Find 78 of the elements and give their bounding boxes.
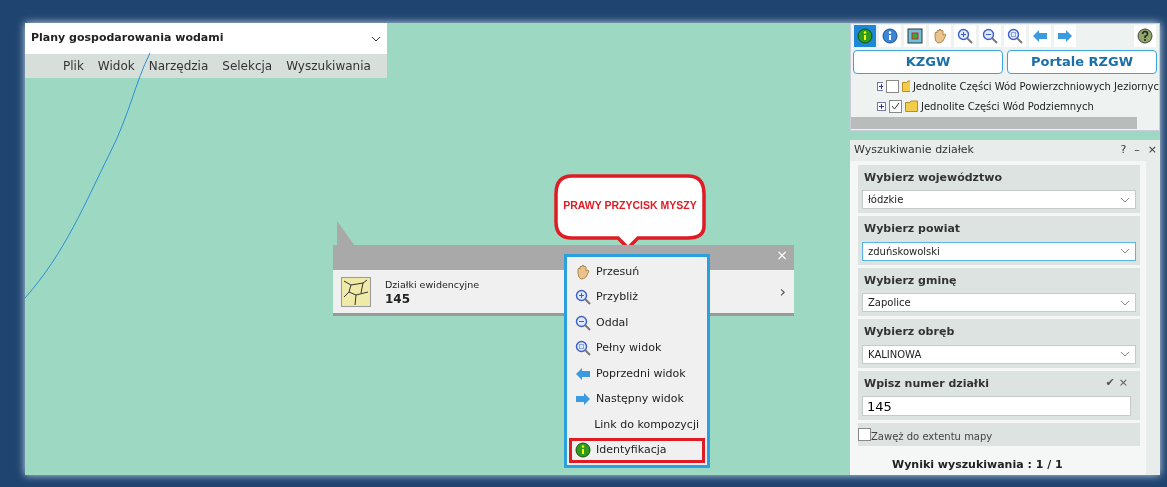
chevron-down-icon (1120, 248, 1130, 254)
number-input[interactable]: 145 (862, 396, 1131, 416)
map-extent-icon (907, 28, 923, 44)
zoom-in-icon (575, 289, 591, 306)
layer-name: Działki ewidencyjne (385, 278, 480, 293)
arrow-right-icon (575, 391, 591, 408)
help-icon (1137, 28, 1153, 44)
zoom-extent-icon (1007, 28, 1023, 44)
field-label: Wybierz obręb (864, 324, 956, 340)
select-field[interactable]: Zapolice (862, 293, 1136, 312)
layer-checkbox[interactable] (889, 99, 902, 113)
callout-text: PRAWY PRZYCISK MYSZY (562, 198, 698, 213)
menu-item[interactable]: Identyfikacja (569, 437, 705, 463)
chevron-down-icon (371, 35, 381, 42)
expand-icon[interactable] (877, 81, 883, 91)
parcel-number: 145 (385, 292, 412, 305)
select-value: Zapolice (868, 296, 911, 310)
zoom-extent-icon (575, 340, 591, 357)
folder-icon (901, 80, 910, 92)
expand-icon[interactable] (877, 101, 886, 111)
select-field[interactable]: KALINOWA (862, 344, 1136, 364)
toolbar-button[interactable] (854, 25, 876, 47)
info-icon (882, 28, 898, 44)
select-field[interactable]: zduńskowolski (862, 241, 1136, 261)
arrow-right-icon (1057, 28, 1073, 44)
help-button[interactable]: ? (1120, 142, 1127, 159)
zoom-out-icon (982, 28, 998, 44)
hand-icon (932, 28, 948, 44)
layer-label: Jednolite Części Wód Podziemnych (921, 99, 1094, 114)
zoom-in-icon (957, 28, 973, 44)
checkbox-label: Zawęż do extentu mapy (871, 430, 993, 444)
chevron-down-icon (1120, 351, 1130, 357)
panel-title: Wyszukiwanie działek (854, 142, 974, 158)
map-title: Plany gospodarowania wodami (31, 30, 224, 47)
menu-item[interactable]: Wyszukiwania (286, 57, 371, 75)
folder-icon (905, 100, 918, 112)
menu-item[interactable]: Narzędzia (148, 57, 209, 75)
field-label: Wybierz gminę (864, 272, 958, 289)
next-button[interactable]: › (779, 279, 786, 304)
menu-item[interactable]: Poprzedni widok (569, 361, 705, 387)
select-value: zduńskowolski (868, 244, 940, 259)
menu-item[interactable]: Link do kompozycji (569, 412, 705, 438)
select-value: łódzkie (868, 193, 904, 207)
menu-item[interactable]: Przesuń (569, 259, 705, 285)
menu-item[interactable]: Widok (97, 57, 135, 75)
parcel-map-icon (341, 276, 371, 307)
identify-icon (857, 28, 873, 44)
field-label: Wybierz powiat (864, 221, 962, 237)
chevron-down-icon (1120, 196, 1130, 203)
hand-icon (575, 263, 591, 280)
menu-item[interactable]: Oddal (569, 310, 705, 336)
menu-item[interactable]: Pełny widok (569, 335, 705, 361)
close-button[interactable]: × (1147, 142, 1157, 159)
minimize-button[interactable]: – (1134, 142, 1140, 159)
toolbar-button[interactable] (1134, 25, 1156, 47)
field-label: Wybierz województwo (864, 169, 1003, 186)
scrollbar[interactable] (851, 117, 1137, 129)
field-label: Wpisz numer działki (864, 375, 990, 392)
portal-button[interactable]: KZGW (853, 50, 1003, 74)
chevron-down-icon (1120, 299, 1130, 306)
results-count: Wyniki wyszukiwania : 1 / 1 (891, 457, 1064, 473)
select-value: KALINOWA (868, 347, 922, 362)
accept-button[interactable]: ✔ (1105, 374, 1115, 396)
tick-icon (891, 102, 900, 110)
identify-icon (575, 442, 591, 459)
map-title-dropdown[interactable]: Plany gospodarowania wodami (25, 23, 387, 54)
menu-item[interactable]: Plik (63, 57, 84, 75)
menu-item[interactable]: Przybliż (569, 284, 705, 310)
portal-button[interactable]: Portale RZGW (1007, 50, 1157, 74)
arrow-left-icon (1032, 28, 1048, 44)
extent-checkbox[interactable] (858, 428, 871, 441)
layer-label: Jednolite Części Wód Powierzchniowych Jeziornyc (912, 79, 1159, 94)
menu-item[interactable]: Następny widok (569, 386, 705, 412)
layer-checkbox[interactable] (885, 79, 899, 93)
select-field[interactable]: łódzkie (862, 190, 1136, 209)
menu-item[interactable]: Selekcja (222, 57, 273, 75)
clear-button[interactable]: × (1118, 374, 1128, 396)
zoom-out-icon (575, 314, 591, 331)
